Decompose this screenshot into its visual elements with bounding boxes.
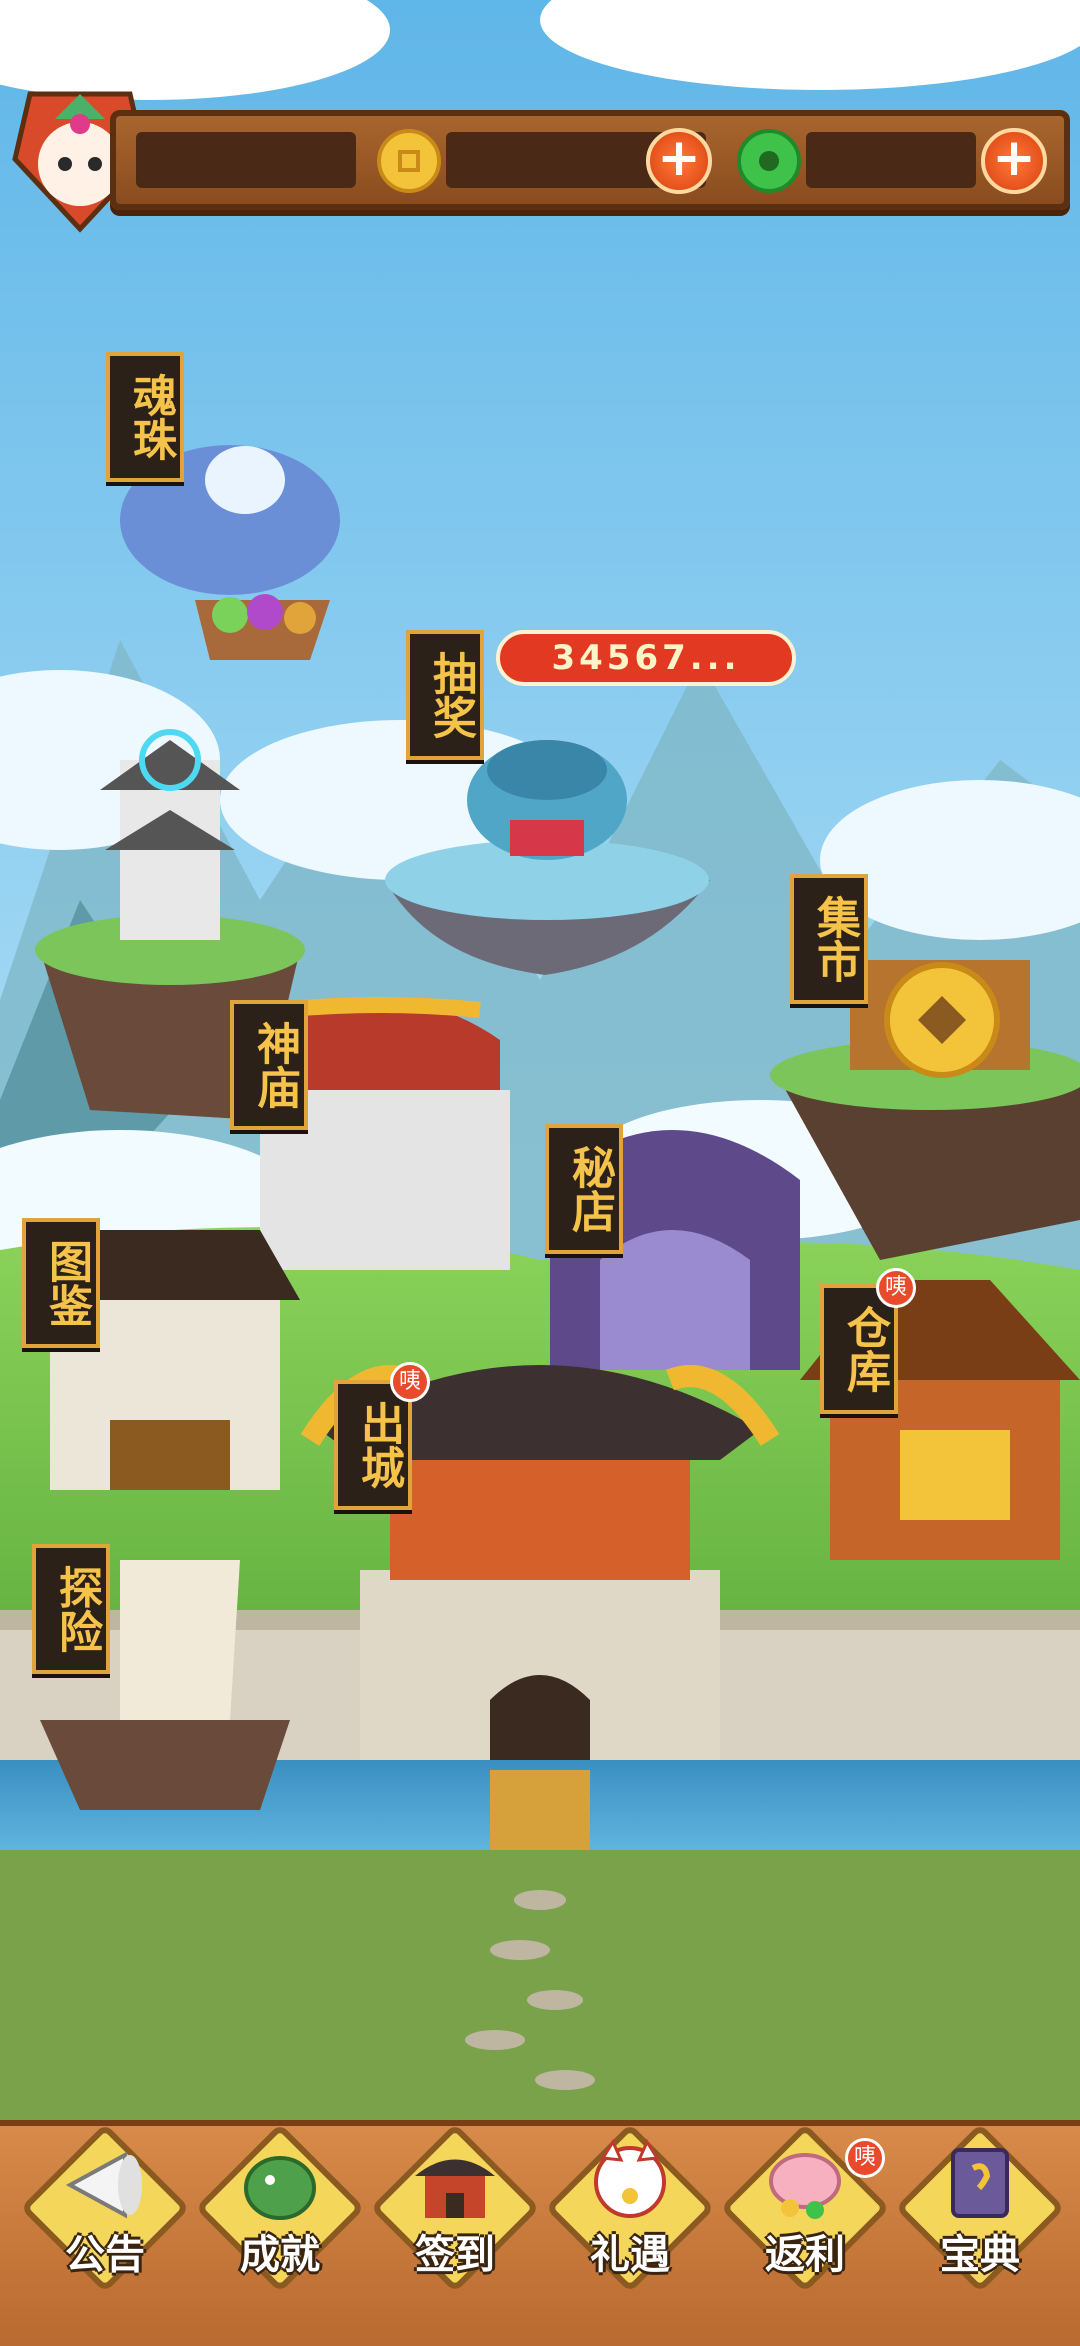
building-lottery[interactable]: 抽奖 xyxy=(406,630,484,760)
add-coins-button[interactable]: + xyxy=(646,128,712,194)
city-scene-background xyxy=(0,0,1080,2340)
building-explore[interactable]: 探险 xyxy=(32,1544,110,1674)
jade-beast-icon xyxy=(244,2156,316,2220)
building-market[interactable]: 集市 xyxy=(790,874,868,1004)
building-secret-shop[interactable]: 秘店 xyxy=(545,1124,623,1254)
building-temple[interactable]: 神庙 xyxy=(230,1000,308,1130)
lucky-cat-icon xyxy=(594,2138,666,2218)
nav-achievement-label: 成就 xyxy=(240,2232,320,2278)
building-soul-orb[interactable]: 魂珠 xyxy=(106,352,184,482)
nav-achievement-button[interactable]: 成就 xyxy=(195,2123,365,2300)
nav-checkin-button[interactable]: 签到 xyxy=(370,2123,540,2300)
nav-checkin-label: 签到 xyxy=(415,2232,495,2278)
add-jade-button[interactable]: + xyxy=(981,128,1047,194)
copper-coin-icon xyxy=(377,129,441,193)
leave-city-notice-badge: 咦 xyxy=(390,1362,430,1402)
piggy-bank-icon xyxy=(769,2153,841,2219)
building-handbook[interactable]: 图鉴 xyxy=(22,1218,100,1348)
resource-bar: + + xyxy=(110,110,1070,210)
nav-gift-button[interactable]: 礼遇 xyxy=(545,2123,715,2300)
gate-icon xyxy=(415,2159,495,2218)
player-name-slot xyxy=(136,132,356,188)
nav-notice-button[interactable]: 公告 xyxy=(20,2123,190,2300)
lottery-counter: 34567... xyxy=(496,630,796,686)
horn-icon xyxy=(65,2151,142,2219)
nav-codex-button[interactable]: 宝典 xyxy=(895,2123,1065,2300)
nav-gift-label: 礼遇 xyxy=(590,2232,670,2278)
nav-codex-label: 宝典 xyxy=(940,2232,1020,2278)
nav-rebate-label: 返利 xyxy=(765,2232,845,2278)
rebate-notice-badge: 咦 xyxy=(845,2138,885,2178)
warehouse-notice-badge: 咦 xyxy=(876,1268,916,1308)
jade-amount-slot xyxy=(806,132,976,188)
jade-ring-icon xyxy=(737,129,801,193)
nav-notice-label: 公告 xyxy=(65,2232,145,2278)
book-icon xyxy=(951,2148,1009,2218)
nav-rebate-button[interactable]: 咦 返利 xyxy=(720,2123,890,2300)
